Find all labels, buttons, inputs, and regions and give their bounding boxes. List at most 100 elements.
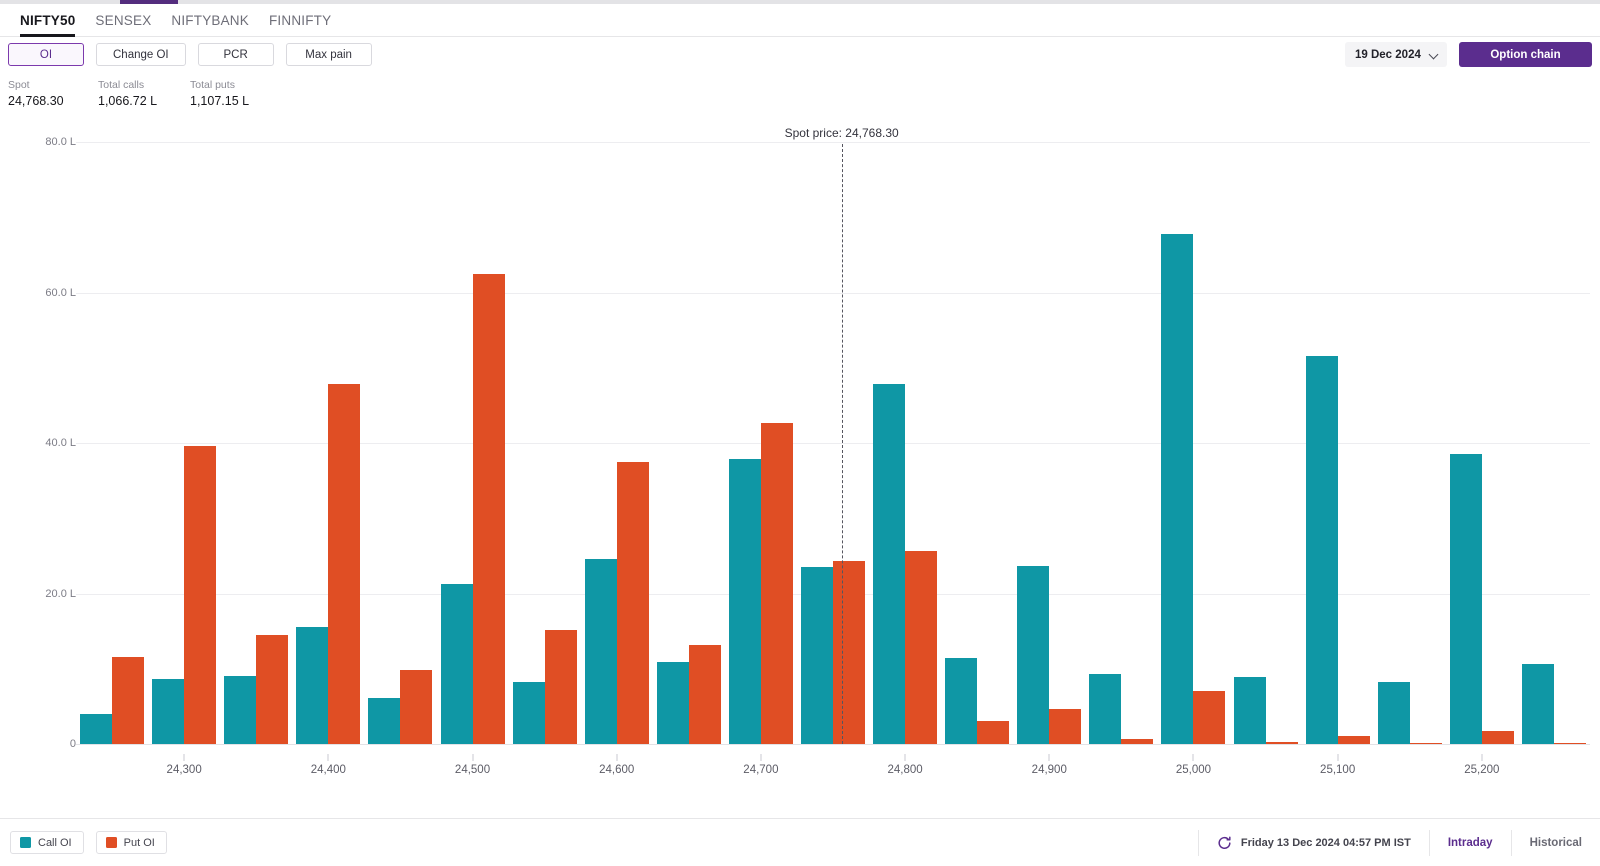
call-oi-bar[interactable]	[1305, 356, 1338, 744]
x-axis-label: 24,700	[743, 764, 779, 776]
stat-value: 1,107.15 L	[190, 94, 250, 108]
put-oi-bar[interactable]	[328, 384, 361, 744]
call-oi-bar[interactable]	[80, 713, 113, 744]
put-oi-bar[interactable]	[1337, 735, 1370, 744]
put-oi-bar[interactable]	[400, 670, 433, 744]
tab-sensex[interactable]: SENSEX	[85, 4, 161, 37]
metric-button-pcr[interactable]: PCR	[197, 43, 274, 66]
x-axis-slot	[509, 754, 581, 788]
bar-group[interactable]	[1230, 142, 1302, 744]
footer-mode-intraday[interactable]: Intraday	[1430, 830, 1511, 856]
call-oi-bar[interactable]	[1089, 674, 1122, 744]
bar-group[interactable]	[941, 142, 1013, 744]
put-oi-bar[interactable]	[1121, 738, 1154, 744]
put-oi-bar[interactable]	[1049, 708, 1082, 744]
stat-value: 24,768.30	[8, 94, 64, 108]
call-oi-bar[interactable]	[1377, 681, 1410, 744]
call-oi-bar[interactable]	[656, 661, 689, 744]
put-oi-bar[interactable]	[977, 720, 1010, 744]
put-oi-bar[interactable]	[184, 446, 217, 744]
footer-mode-historical[interactable]: Historical	[1512, 830, 1600, 856]
bar-group[interactable]	[1085, 142, 1157, 744]
bar-group[interactable]	[653, 142, 725, 744]
bar-group[interactable]	[220, 142, 292, 744]
call-oi-bar[interactable]	[800, 567, 833, 744]
put-oi-bar[interactable]	[832, 561, 865, 744]
legend-label: Call OI	[38, 836, 72, 849]
put-oi-bar[interactable]	[616, 461, 649, 744]
tab-finnifty[interactable]: FINNIFTY	[259, 4, 341, 37]
bar-group[interactable]	[1374, 142, 1446, 744]
x-axis-slot	[1374, 754, 1446, 788]
metric-button-max-pain[interactable]: Max pain	[285, 43, 372, 66]
metric-button-oi[interactable]: OI	[8, 43, 84, 66]
bar-group[interactable]	[1302, 142, 1374, 744]
call-oi-bar[interactable]	[512, 682, 545, 744]
stat-label: Spot	[8, 79, 30, 91]
tab-nifty50[interactable]: NIFTY50	[10, 4, 85, 37]
call-oi-bar[interactable]	[1233, 677, 1266, 744]
tab-niftybank[interactable]: NIFTYBANK	[161, 4, 259, 37]
bar-group[interactable]	[148, 142, 220, 744]
x-axis-tick	[327, 754, 329, 761]
bar-group[interactable]	[797, 142, 869, 744]
x-axis-slot	[653, 754, 725, 788]
put-oi-bar[interactable]	[1265, 741, 1298, 744]
call-oi-bar[interactable]	[945, 658, 978, 744]
put-oi-bar[interactable]	[472, 273, 505, 744]
x-axis-slot	[76, 754, 148, 788]
x-axis-label: 24,600	[599, 764, 635, 776]
bar-group[interactable]	[364, 142, 436, 744]
put-oi-bar[interactable]	[1193, 691, 1226, 744]
x-axis-slot: 24,700	[725, 754, 797, 788]
put-oi-bar[interactable]	[1409, 742, 1442, 744]
bar-group[interactable]	[76, 142, 148, 744]
x-axis-label: 24,900	[1031, 764, 1067, 776]
call-oi-bar[interactable]	[1161, 233, 1194, 744]
stat-label: Total calls	[98, 79, 145, 91]
bar-group[interactable]	[509, 142, 581, 744]
bar-group[interactable]	[725, 142, 797, 744]
put-oi-bar[interactable]	[760, 423, 793, 744]
put-oi-bar[interactable]	[905, 551, 938, 744]
bar-group[interactable]	[292, 142, 364, 744]
y-axis-label: 60.0 L	[45, 286, 76, 299]
call-oi-bar[interactable]	[296, 627, 329, 744]
call-oi-bar[interactable]	[728, 458, 761, 744]
put-oi-bar[interactable]	[544, 630, 577, 744]
call-oi-bar[interactable]	[368, 698, 401, 744]
footer-right-controls: Friday 13 Dec 2024 04:57 PM IST Intraday…	[1197, 819, 1600, 866]
metric-button-change-oi[interactable]: Change OI	[96, 43, 186, 66]
put-oi-bar[interactable]	[256, 634, 289, 744]
put-oi-bar[interactable]	[1553, 742, 1586, 744]
bar-group[interactable]	[1446, 142, 1518, 744]
legend-item-put-oi[interactable]: Put OI	[95, 831, 167, 854]
bar-group[interactable]	[1013, 142, 1085, 744]
put-oi-bar[interactable]	[112, 656, 145, 744]
put-oi-bar[interactable]	[688, 645, 721, 744]
bar-group[interactable]	[581, 142, 653, 744]
bar-group[interactable]	[1157, 142, 1229, 744]
x-axis-slot	[1085, 754, 1157, 788]
y-axis-label: 20.0 L	[45, 587, 76, 600]
option-chain-button[interactable]: Option chain	[1459, 42, 1592, 67]
put-oi-bar[interactable]	[1481, 731, 1514, 744]
y-axis-label: 80.0 L	[45, 136, 76, 148]
x-axis-tick	[760, 754, 762, 761]
expiry-date-select[interactable]: 19 Dec 2024	[1345, 42, 1447, 67]
bar-group[interactable]	[869, 142, 941, 744]
refresh-icon[interactable]	[1217, 835, 1232, 850]
call-oi-bar[interactable]	[1449, 453, 1482, 744]
call-oi-bar[interactable]	[1017, 566, 1050, 744]
bar-group[interactable]	[1518, 142, 1590, 744]
call-oi-bar[interactable]	[224, 676, 257, 744]
call-oi-bar[interactable]	[1521, 664, 1554, 744]
x-axis-slot: 24,900	[1013, 754, 1085, 788]
call-oi-bar[interactable]	[584, 558, 617, 744]
call-oi-bar[interactable]	[873, 384, 906, 744]
legend-item-call-oi[interactable]: Call OI	[10, 831, 84, 854]
bar-group[interactable]	[436, 142, 508, 744]
refresh-status[interactable]: Friday 13 Dec 2024 04:57 PM IST	[1199, 835, 1429, 850]
call-oi-bar[interactable]	[440, 583, 473, 744]
call-oi-bar[interactable]	[152, 678, 185, 744]
